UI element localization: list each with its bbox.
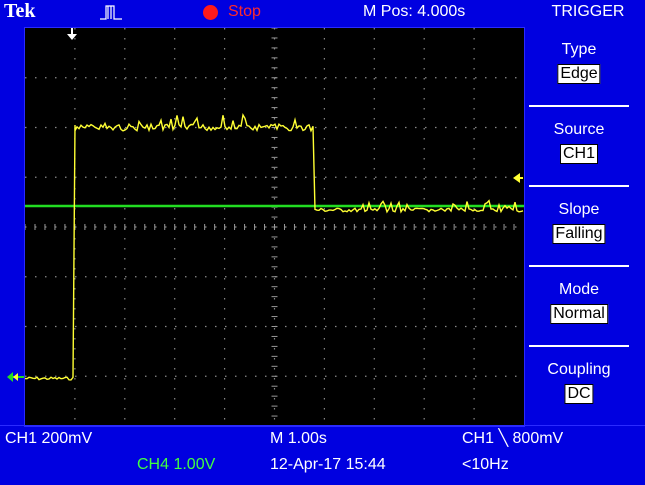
run-status-icon (203, 5, 218, 20)
menu-item-mode[interactable]: Mode Normal (529, 268, 629, 340)
menu-item-coupling[interactable]: Coupling DC (529, 348, 629, 420)
menu-item-value: Edge (557, 64, 601, 84)
menu-item-label: Source (553, 121, 605, 138)
ch1-scale-readout: CH1 200mV (5, 430, 93, 447)
waveform-display (24, 27, 525, 427)
left-arrow-trigger-level-icon (511, 171, 523, 189)
brand-logo: Tek (4, 0, 36, 22)
menu-item-label: Slope (558, 201, 600, 218)
horizontal-position-readout: M Pos: 4.000s (363, 3, 466, 20)
down-arrow-trigger-position-icon (65, 28, 79, 47)
menu-divider (529, 105, 629, 107)
menu-item-value: Falling (552, 224, 606, 244)
menu-item-label: Type (561, 41, 597, 58)
menu-item-type[interactable]: Type Edge (529, 28, 629, 100)
run-status-label[interactable]: Stop (228, 3, 261, 21)
pulse-acquisition-icon (100, 3, 128, 26)
status-divider (0, 425, 645, 426)
waveform-graticule (24, 27, 524, 427)
menu-item-value: Normal (550, 304, 608, 324)
menu-item-value: CH1 (559, 144, 599, 164)
menu-divider (529, 185, 629, 187)
menu-divider (529, 265, 629, 267)
frequency-readout: <10Hz (462, 456, 509, 473)
menu-item-label: Coupling (547, 361, 611, 378)
date-time-readout: 12-Apr-17 15:44 (270, 456, 386, 473)
ch4-scale-readout: CH4 1.00V (137, 456, 216, 473)
menu-item-value: DC (564, 384, 594, 404)
ch1-ground-marker-icon (4, 370, 24, 389)
menu-item-source[interactable]: Source CH1 (529, 108, 629, 180)
timebase-readout: M 1.00s (270, 430, 327, 447)
menu-item-label: Mode (558, 281, 600, 298)
trigger-level-readout: CH1 ╲ 800mV (462, 430, 564, 447)
menu-item-slope[interactable]: Slope Falling (529, 188, 629, 260)
menu-title: TRIGGER (551, 3, 625, 20)
menu-divider (529, 345, 629, 347)
ch1-waveform (24, 113, 524, 381)
